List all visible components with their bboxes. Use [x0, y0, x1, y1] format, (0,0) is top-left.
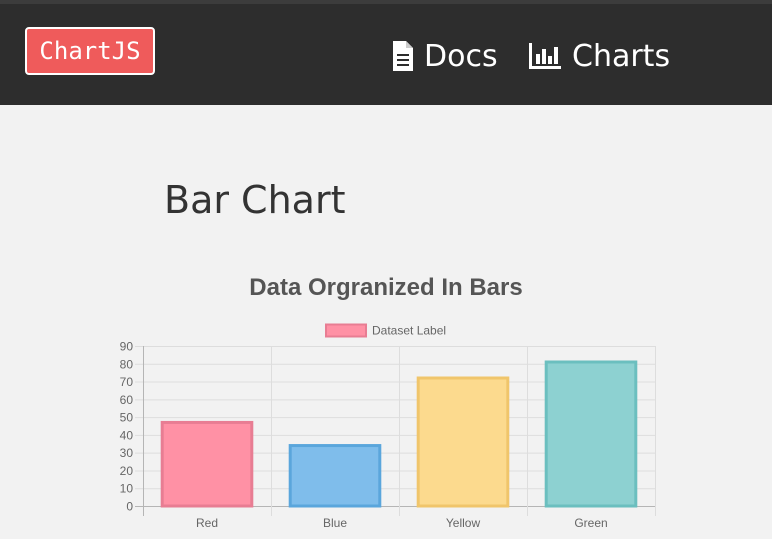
nav-link-charts[interactable]: Charts [528, 34, 670, 78]
brand-logo-button[interactable]: ChartJS [25, 27, 155, 75]
bar-chart-icon [528, 41, 562, 71]
y-tick-label: 40 [120, 428, 134, 442]
legend-swatch [325, 323, 367, 338]
y-tick-label: 30 [120, 446, 134, 460]
y-tick-label: 20 [120, 464, 134, 478]
page-title: Bar Chart [164, 178, 346, 222]
y-tick-label: 10 [120, 482, 134, 496]
x-tick-label: Green [574, 516, 607, 530]
nav-link-docs-label: Docs [424, 38, 498, 74]
bar-yellow [416, 376, 510, 508]
y-tick-label: 80 [120, 357, 134, 371]
chart-title: Data Orgranized In Bars [249, 274, 523, 301]
bar-chart: Dataset Label 0 10 20 30 40 50 60 70 80 90 Red Blue Y… [120, 323, 656, 530]
y-tick-label: 70 [120, 375, 134, 389]
navbar: ChartJS Docs Charts [0, 4, 772, 105]
x-tick-label: Red [196, 516, 218, 530]
bar-blue [288, 444, 382, 508]
nav-link-charts-label: Charts [572, 38, 671, 74]
nav-link-docs[interactable]: Docs [392, 34, 498, 78]
legend-label: Dataset Label [372, 324, 446, 338]
y-tick-label: 90 [120, 340, 134, 354]
x-tick-label: Blue [323, 516, 347, 530]
bar-green [544, 360, 638, 508]
y-tick-label: 60 [120, 393, 134, 407]
x-tick-label: Yellow [446, 516, 481, 530]
y-tick-label: 0 [126, 500, 133, 514]
y-tick-label: 50 [120, 411, 134, 425]
bar-red [160, 420, 254, 508]
file-text-icon [392, 40, 414, 72]
